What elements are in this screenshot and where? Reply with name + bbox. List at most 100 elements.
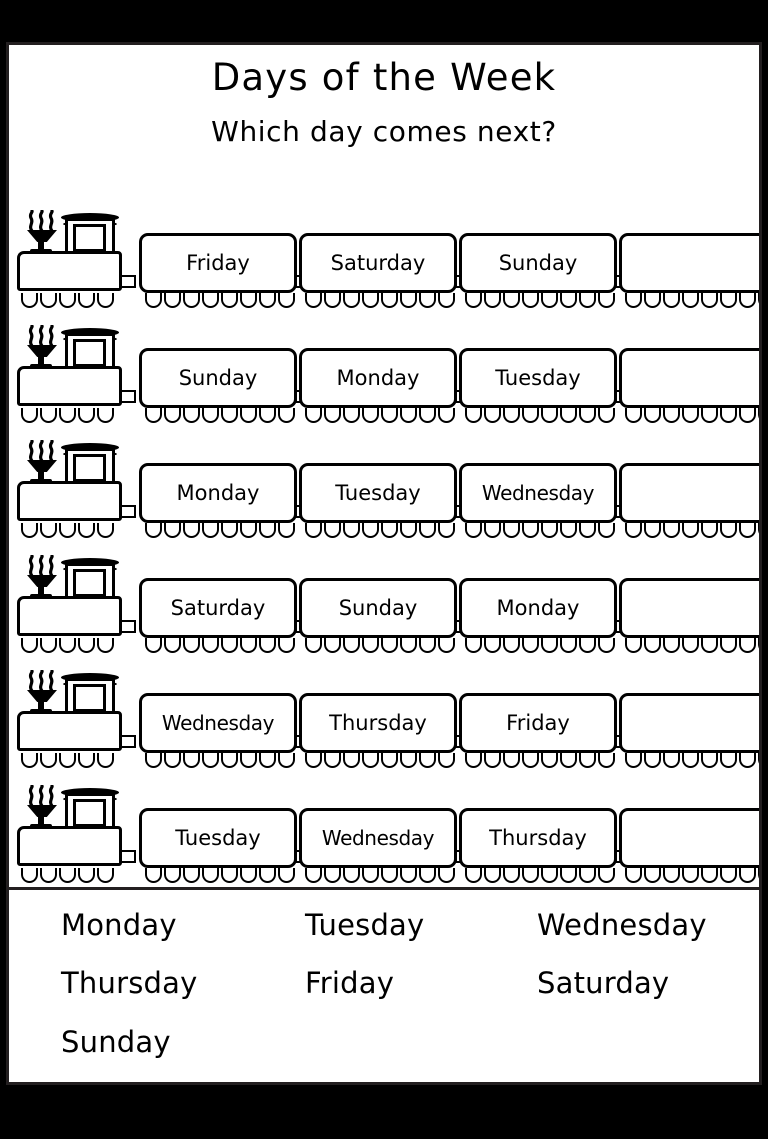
wheel [438,523,455,538]
wheel [682,408,699,423]
train-wheels [465,868,617,883]
carriage-box: Monday [299,348,457,408]
train-wheels [21,868,116,883]
wheel [739,638,756,653]
carriage-blank[interactable] [619,578,759,653]
wheel [221,523,238,538]
wheel [579,408,596,423]
wheel [465,638,482,653]
wheel [343,753,360,768]
wheel [541,753,558,768]
carriage-box: Friday [139,233,297,293]
carriage-blank[interactable] [619,463,759,538]
wheel [343,868,360,883]
wheel [739,868,756,883]
wheel [381,868,398,883]
train-wheels [305,868,457,883]
wheel [221,753,238,768]
wheel [579,293,596,308]
wheel [598,868,615,883]
wheel [758,293,759,308]
wheel [720,753,737,768]
wheel [202,638,219,653]
wheel [522,408,539,423]
coupler [120,390,136,403]
wheel [560,408,577,423]
wheel [400,638,417,653]
carriage-box: Wednesday [139,693,297,753]
wheel [221,638,238,653]
wheel [221,408,238,423]
carriage-blank[interactable] [619,693,759,768]
wheel [78,523,95,538]
wheel [503,523,520,538]
carriage-label: Thursday [489,826,587,850]
carriage-label: Friday [186,251,250,275]
carriage-blank[interactable] [619,348,759,423]
wheel [438,293,455,308]
carriage-box[interactable] [619,233,759,293]
carriage-label: Wednesday [161,711,275,735]
wheel [343,408,360,423]
carriage-box: Thursday [459,808,617,868]
wheel [560,753,577,768]
wheel [419,293,436,308]
wheel [381,408,398,423]
carriage-label: Wednesday [481,481,595,505]
wheel [381,638,398,653]
wheel [97,638,114,653]
coupler [120,275,136,288]
wheel [739,523,756,538]
carriage-box[interactable] [619,348,759,408]
wheel [663,753,680,768]
wheel [278,638,295,653]
carriage-blank[interactable] [619,233,759,308]
wheel [305,408,322,423]
wheel [362,868,379,883]
locomotive [17,210,136,308]
wheel [419,408,436,423]
carriage-blank[interactable] [619,808,759,883]
wheel [400,293,417,308]
carriage-label: Monday [496,596,580,620]
wheel [663,293,680,308]
wheel [343,523,360,538]
wheel [438,868,455,883]
wheel [758,753,759,768]
carriage-box[interactable] [619,463,759,523]
carriage-labeled: Saturday [299,233,471,308]
wheel [164,408,181,423]
carriage-box[interactable] [619,578,759,638]
wheel [400,523,417,538]
carriage-box[interactable] [619,808,759,868]
wheel [59,523,76,538]
carriage-labeled: Wednesday [299,808,471,883]
wheel [145,523,162,538]
wheel [503,293,520,308]
word-bank-item: Saturday [537,966,670,1001]
carriage-box[interactable] [619,693,759,753]
wheel [484,293,501,308]
wheel [59,293,76,308]
wheel [21,868,38,883]
wheel [97,868,114,883]
coupler [120,620,136,633]
carriage-label: Tuesday [175,826,261,850]
wheel [164,523,181,538]
wheel [701,868,718,883]
locomotive-body [17,481,122,521]
wheel [720,868,737,883]
wheel [221,868,238,883]
train-wheels [305,523,457,538]
wheel [720,638,737,653]
carriage-label: Friday [506,711,570,735]
wheel [625,293,642,308]
wheel [644,753,661,768]
wheel [240,293,257,308]
wheel [183,753,200,768]
carriage-label: Saturday [330,251,426,275]
wheel [324,408,341,423]
wheel [644,868,661,883]
steam-puff-icon [27,555,61,577]
wheel [240,523,257,538]
